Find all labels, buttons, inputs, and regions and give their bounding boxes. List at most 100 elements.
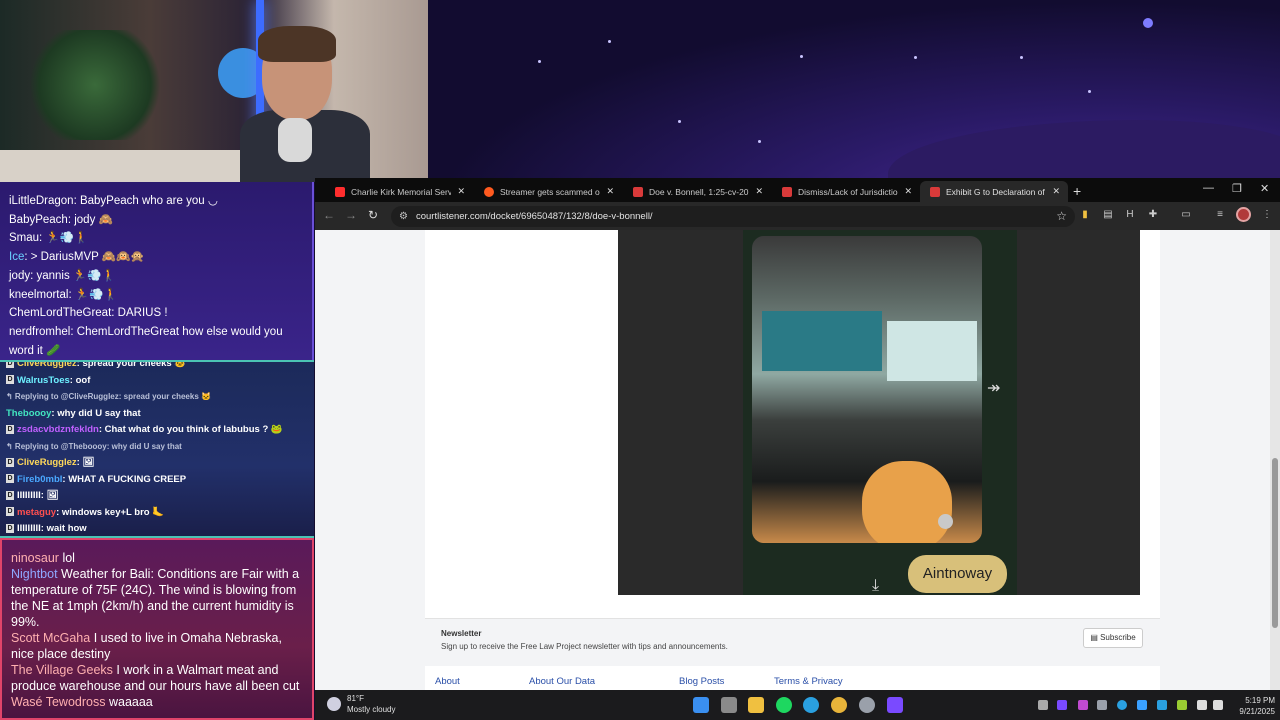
chat-text: jody 🙈 xyxy=(74,213,113,226)
chat-text: why did U say that xyxy=(57,407,141,419)
footer-link-terms[interactable]: Terms & Privacy xyxy=(774,676,843,687)
site-info-icon[interactable]: ⚙ xyxy=(399,211,408,222)
chat-message: ChemLordTheGreat: DARIUS ! xyxy=(9,307,168,320)
menu-icon[interactable]: ⋮ xyxy=(1261,209,1273,221)
forward-icon[interactable]: → xyxy=(345,208,357,222)
chat-username: kneelmortal xyxy=(9,288,69,301)
star xyxy=(914,56,917,59)
newsletter-section: Newsletter Sign up to receive the Free L… xyxy=(425,618,1160,666)
close-icon[interactable]: ✕ xyxy=(457,186,465,197)
reload-icon[interactable]: ↻ xyxy=(368,208,378,222)
chat-text: 🏃💨🚶 xyxy=(45,232,89,245)
chat-username: Ice xyxy=(9,251,25,264)
monitor xyxy=(762,311,882,371)
steam-tray-icon[interactable] xyxy=(1097,700,1107,710)
bookmark-star-icon[interactable]: ☆ xyxy=(1056,209,1067,223)
clock[interactable]: 5:19 PM 9/21/2025 xyxy=(1225,695,1275,717)
monitor xyxy=(887,321,977,381)
minimize-icon[interactable]: — xyxy=(1203,182,1214,194)
tab[interactable]: Dismiss/Lack of Jurisdiction – # ✕ xyxy=(772,181,920,202)
chrome-icon[interactable] xyxy=(831,697,847,713)
footer-link-about-data[interactable]: About Our Data xyxy=(529,676,595,687)
plant xyxy=(20,30,170,140)
chat-message: D Fireb0mbI: WHAT A FUCKING CREEP xyxy=(6,473,187,485)
reply-bubble: Aintnoway xyxy=(908,555,1007,593)
chat-message: Ice: > DariusMVP 🙈🙉🙊 xyxy=(9,251,145,264)
edge-icon[interactable] xyxy=(803,697,819,713)
tab[interactable]: Charlie Kirk Memorial Service ✕ xyxy=(325,181,473,202)
dot xyxy=(938,514,953,529)
extension-icon[interactable]: H xyxy=(1124,209,1136,221)
address-bar[interactable]: ⚙ courtlistener.com/docket/69650487/132/… xyxy=(391,206,1075,227)
url-text: courtlistener.com/docket/69650487/132/8/… xyxy=(415,211,653,222)
clipboard-icon[interactable]: ▤ xyxy=(1102,209,1114,221)
chat-reply-context: ↰ Replying to @Theboooy: why did U say t… xyxy=(6,441,182,451)
moon xyxy=(1143,18,1153,28)
chat-text: lol xyxy=(62,551,75,565)
tab-label: Dismiss/Lack of Jurisdiction – # xyxy=(798,186,899,197)
profile-avatar[interactable] xyxy=(1236,207,1251,222)
back-icon[interactable]: ← xyxy=(323,208,335,222)
weather-condition: Mostly cloudy xyxy=(347,705,396,714)
sidepanel-icon[interactable]: ▭ xyxy=(1180,209,1192,221)
chat-text: WHAT A FUCKING CREEP xyxy=(68,473,187,485)
tray-app-icon[interactable] xyxy=(1177,700,1187,710)
spotify-icon[interactable] xyxy=(776,697,792,713)
tray-app-icon[interactable] xyxy=(1078,700,1088,710)
volume-icon[interactable] xyxy=(1213,700,1223,710)
chat-message: D IIIIIIIII: wait how xyxy=(6,523,87,534)
tray-app-icon[interactable] xyxy=(1117,700,1127,710)
hand xyxy=(862,461,952,543)
badge-icon: D xyxy=(6,360,14,368)
tab-label: Streamer gets scammed out of xyxy=(500,186,600,197)
tray-app-icon[interactable] xyxy=(1057,700,1067,710)
share-icon: ↠ xyxy=(987,380,1001,397)
desk xyxy=(0,150,240,182)
file-explorer-icon[interactable] xyxy=(748,697,764,713)
new-tab-button[interactable]: + xyxy=(1073,183,1081,199)
windows-start-icon[interactable] xyxy=(693,697,709,713)
weather-widget[interactable]: 81°F Mostly cloudy xyxy=(327,693,395,715)
tab[interactable]: Doe v. Bonnell, 1:25-cv-20757 – ✕ xyxy=(623,181,771,202)
star xyxy=(678,120,681,123)
webcam-feed xyxy=(0,0,428,182)
subscribe-button[interactable]: ▤ Subscribe xyxy=(1083,628,1143,648)
scrollbar-thumb[interactable] xyxy=(1272,458,1278,628)
page-scrollbar[interactable] xyxy=(1270,230,1280,690)
pdf-viewer[interactable]: ↠ Aintnoway ⤓ xyxy=(618,230,1140,595)
task-view-icon[interactable] xyxy=(721,697,737,713)
chat-text: spread your cheeks 🐱 xyxy=(82,360,187,369)
chat-message: D WalrusToes: oof xyxy=(6,374,91,386)
close-icon[interactable]: ✕ xyxy=(904,186,912,197)
footer-link-about[interactable]: About xyxy=(435,676,460,687)
window-close-icon[interactable]: ✕ xyxy=(1260,182,1269,195)
steam-icon[interactable] xyxy=(859,697,875,713)
tray-app-icon[interactable] xyxy=(1137,700,1147,710)
star xyxy=(538,60,541,63)
wifi-icon[interactable] xyxy=(1197,700,1207,710)
close-icon[interactable]: ✕ xyxy=(606,186,614,197)
close-icon[interactable]: ✕ xyxy=(1052,186,1060,197)
puzzle-icon[interactable]: ✚ xyxy=(1147,209,1159,221)
tab-active[interactable]: Exhibit G to Declaration of Stev ✕ xyxy=(920,181,1068,202)
subscribe-label: Subscribe xyxy=(1100,633,1136,642)
star xyxy=(1020,56,1023,59)
footer-link-blog[interactable]: Blog Posts xyxy=(679,676,724,687)
chat-message: jody: yannis 🏃💨🚶 xyxy=(9,269,116,282)
close-icon[interactable]: ✕ xyxy=(755,186,763,197)
media-icon[interactable]: ≡ xyxy=(1214,209,1226,221)
star xyxy=(1088,90,1091,93)
chat-username: Fireb0mbI xyxy=(17,473,63,485)
chevron-up-icon[interactable] xyxy=(1038,700,1048,710)
tab[interactable]: Streamer gets scammed out of ✕ xyxy=(474,181,622,202)
chat-message: The Village Geeks I work in a Walmart me… xyxy=(11,662,306,694)
maximize-icon[interactable]: ❐ xyxy=(1232,182,1242,195)
star xyxy=(800,55,803,58)
chat-username: CliveRugglez xyxy=(17,457,77,468)
tray-app-icon[interactable] xyxy=(1157,700,1167,710)
app-icon[interactable] xyxy=(887,697,903,713)
chat-panel-middle: D CliveRugglez: spread your cheeks 🐱 D Wal… xyxy=(0,360,314,538)
folder-icon[interactable]: ▮ xyxy=(1079,209,1091,221)
chat-text: windows key+L bro 🦶 xyxy=(61,506,165,518)
chat-message: Wasé Tewodross waaaaa xyxy=(11,694,306,710)
